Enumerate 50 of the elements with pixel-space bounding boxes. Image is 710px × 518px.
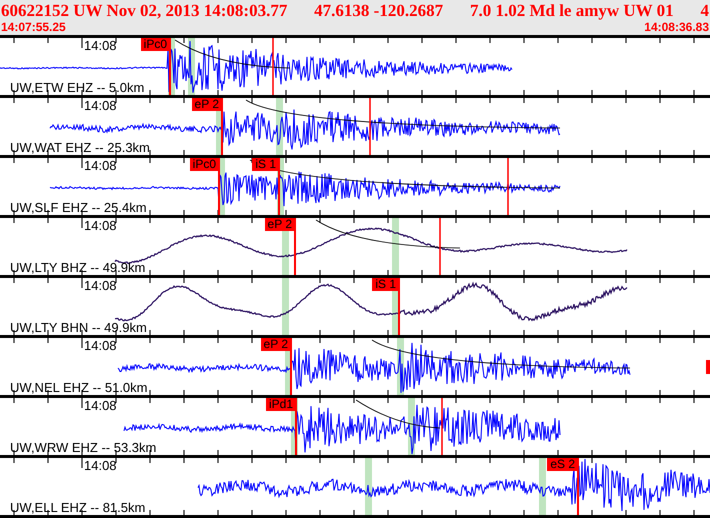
pick-label[interactable]: eP 2 bbox=[192, 98, 222, 111]
pick-label[interactable]: eP 2 bbox=[260, 338, 291, 351]
end-time: 14:08:36.83 bbox=[644, 21, 709, 34]
pick-window-band bbox=[365, 458, 372, 515]
pick-label[interactable]: iS 1 bbox=[372, 278, 399, 291]
event-id-time: 60622152 UW Nov 02, 2013 14:08:03.77 bbox=[1, 0, 288, 21]
amplitude-marker bbox=[439, 218, 441, 275]
pick-label[interactable]: iS 1 bbox=[252, 158, 279, 171]
pick-line bbox=[278, 158, 280, 215]
station-label: UW,LTY BHZ -- 49.9km bbox=[10, 261, 146, 274]
pick-line bbox=[221, 98, 223, 155]
station-label: UW,WRW EHZ -- 53.3km bbox=[10, 441, 156, 454]
time-label: 14:08 bbox=[84, 399, 117, 412]
time-label: 14:08 bbox=[84, 99, 117, 112]
station-label: UW,LTY BHN -- 49.9km bbox=[10, 321, 147, 334]
amplitude-marker bbox=[272, 38, 274, 95]
pick-label[interactable]: eS 2 bbox=[547, 458, 578, 471]
start-time: 14:07:55.25 bbox=[1, 21, 66, 34]
station-label: UW,WAT EHZ -- 25.3km bbox=[10, 141, 150, 154]
time-label: 14:08 bbox=[84, 279, 117, 292]
time-label: 14:08 bbox=[84, 339, 117, 352]
event-location: 47.6138 -120.2687 bbox=[314, 0, 444, 21]
pick-line bbox=[577, 458, 579, 515]
pick-window-band bbox=[392, 218, 399, 275]
pick-line bbox=[294, 218, 296, 275]
pick-window-band bbox=[539, 458, 546, 515]
pick-label[interactable]: eP 2 bbox=[264, 218, 295, 231]
time-label: 14:08 bbox=[84, 219, 117, 232]
station-label: UW,ELL EHZ -- 81.5km bbox=[10, 501, 146, 514]
pick-line bbox=[295, 398, 297, 455]
amplitude-marker bbox=[507, 158, 509, 215]
pick-line bbox=[169, 38, 171, 95]
event-magnitude: 7.0 1.02 Md le amyw UW 01 bbox=[470, 0, 674, 21]
pick-window-band bbox=[282, 278, 289, 335]
pick-label[interactable]: iPd1 bbox=[266, 398, 296, 411]
station-label: UW,SLF EHZ -- 25.4km bbox=[10, 201, 147, 214]
event-count: 4 bbox=[700, 0, 709, 21]
amplitude-marker bbox=[369, 98, 371, 155]
time-label: 14:08 bbox=[84, 39, 117, 52]
pick-label[interactable]: iPc0 bbox=[190, 158, 219, 171]
time-label: 14:08 bbox=[84, 459, 117, 472]
pick-line bbox=[290, 338, 292, 395]
time-label: 14:08 bbox=[84, 159, 117, 172]
station-label: UW,ETW EHZ -- 5.0km bbox=[10, 81, 144, 94]
pick-line bbox=[398, 278, 400, 335]
pick-label[interactable]: iPc0 bbox=[140, 38, 170, 51]
amplitude-marker bbox=[441, 398, 443, 455]
station-label: UW,NEL EHZ -- 51.0km bbox=[10, 381, 148, 394]
amplitude-marker bbox=[706, 360, 710, 374]
pick-line bbox=[218, 158, 220, 215]
